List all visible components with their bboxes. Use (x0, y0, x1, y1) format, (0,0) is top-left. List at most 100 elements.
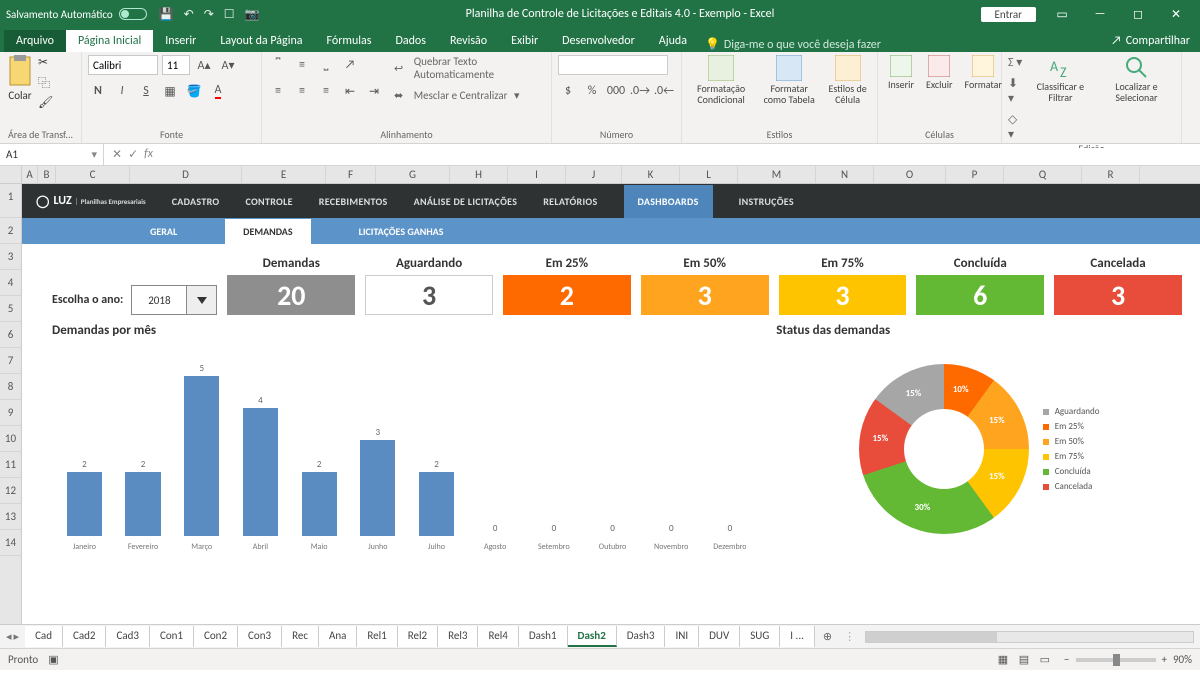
fill-icon[interactable]: ⬇ ▾ (1008, 76, 1023, 106)
format-cells-button[interactable]: Formatar (961, 55, 1006, 90)
tab-inserir[interactable]: Inserir (153, 30, 208, 52)
year-picker[interactable]: 2018 (131, 285, 217, 315)
zoom-level[interactable]: 90% (1173, 653, 1192, 666)
row-header[interactable]: 8 (0, 374, 21, 400)
cancel-formula-icon[interactable]: ✕ (112, 147, 122, 162)
align-right-icon[interactable]: ≡ (316, 81, 336, 101)
sheet-tab-Rec[interactable]: Rec (282, 626, 319, 647)
nav-item-controle[interactable]: CONTROLE (245, 195, 292, 208)
row-header[interactable]: 9 (0, 400, 21, 426)
fx-icon[interactable]: fx (144, 147, 153, 162)
tab-scroll-left-icon[interactable]: ◂ (6, 630, 12, 643)
tab-revisao[interactable]: Revisão (438, 30, 499, 52)
formula-input[interactable] (161, 148, 1200, 161)
bold-icon[interactable]: N (88, 81, 108, 101)
shrink-font-icon[interactable]: A▾ (218, 55, 238, 75)
decrease-decimal-icon[interactable]: .0← (654, 81, 674, 101)
grow-font-icon[interactable]: A▴ (194, 55, 214, 75)
column-header[interactable]: F (326, 166, 376, 183)
sheet-tab-Ana[interactable]: Ana (319, 626, 357, 647)
sheet-tab-SUG[interactable]: SUG (740, 626, 780, 647)
format-painter-icon[interactable]: 🖌 (38, 95, 53, 110)
row-header[interactable]: 10 (0, 426, 21, 452)
merge-button[interactable]: ⬌ Mesclar e Centralizar ▾ (394, 89, 545, 102)
row-header[interactable]: 14 (0, 530, 21, 556)
tab-ajuda[interactable]: Ajuda (647, 30, 699, 52)
sheet-tab-Con2[interactable]: Con2 (194, 626, 238, 647)
nav-item-recebimentos[interactable]: RECEBIMENTOS (319, 195, 388, 208)
name-box[interactable]: A1▾ (0, 144, 104, 166)
sheet-tab-Dash2[interactable]: Dash2 (568, 626, 617, 647)
autosum-icon[interactable]: Σ ▾ (1008, 55, 1023, 70)
insert-cells-button[interactable]: Inserir (884, 55, 918, 90)
sheet-tab-Rel3[interactable]: Rel3 (438, 626, 478, 647)
column-header[interactable]: L (680, 166, 738, 183)
conditional-format-button[interactable]: Formatação Condicional (688, 55, 754, 105)
normal-view-icon[interactable]: ▦ (994, 651, 1012, 668)
font-name-input[interactable] (88, 55, 158, 75)
outdent-icon[interactable]: ⇤ (340, 81, 360, 101)
signin-button[interactable]: Entrar (981, 7, 1036, 22)
nav-item-relatórios[interactable]: RELATÓRIOS (543, 195, 597, 208)
column-header[interactable]: J (566, 166, 622, 183)
column-header[interactable]: B (38, 166, 56, 183)
touch-icon[interactable]: ☐ (224, 7, 235, 22)
nav-item-instruções[interactable]: INSTRUÇÕES (739, 195, 794, 208)
copy-icon[interactable]: ⿻ (38, 74, 53, 91)
row-header[interactable]: 4 (0, 270, 21, 296)
zoom-slider[interactable] (1076, 658, 1156, 662)
font-color-icon[interactable]: A (208, 81, 228, 101)
cut-icon[interactable]: ✂ (38, 55, 53, 70)
italic-icon[interactable]: I (112, 81, 132, 101)
nav-item-dashboards[interactable]: DASHBOARDS (624, 185, 713, 218)
close-icon[interactable]: ✕ (1158, 3, 1194, 25)
underline-icon[interactable]: S (136, 81, 156, 101)
sheet-tab-Cad3[interactable]: Cad3 (106, 626, 150, 647)
tab-dados[interactable]: Dados (383, 30, 437, 52)
sheet-tab-INI[interactable]: INI (665, 626, 699, 647)
column-header[interactable]: I (508, 166, 566, 183)
sheet-tab-Cad[interactable]: Cad (25, 626, 63, 647)
column-header[interactable]: C (56, 166, 130, 183)
sheet-tab-Rel1[interactable]: Rel1 (357, 626, 397, 647)
number-format-select[interactable] (558, 55, 668, 75)
sheet-tab-Dash3[interactable]: Dash3 (617, 626, 666, 647)
tab-exibir[interactable]: Exibir (499, 30, 550, 52)
share-button[interactable]: ↗ Compartilhar (1101, 30, 1200, 52)
font-size-input[interactable] (162, 55, 190, 75)
maximize-icon[interactable]: ◻ (1120, 3, 1156, 25)
select-all-corner[interactable] (0, 166, 22, 184)
sort-filter-button[interactable]: AZClassificar e Filtrar (1027, 55, 1094, 103)
row-header[interactable]: 1 (0, 184, 21, 218)
tab-layout[interactable]: Layout da Página (208, 30, 314, 52)
find-select-button[interactable]: Localizar e Selecionar (1098, 55, 1175, 103)
borders-icon[interactable]: ▦ (160, 81, 180, 101)
align-middle-icon[interactable]: ≡ (292, 55, 312, 75)
undo-icon[interactable]: ↶ (184, 7, 194, 22)
comma-icon[interactable]: 000 (606, 81, 626, 101)
column-header[interactable]: M (738, 166, 816, 183)
autosave-toggle[interactable]: Salvamento Automático (6, 8, 147, 21)
nav-item-análise de licitações[interactable]: ANÁLISE DE LICITAÇÕES (414, 195, 518, 208)
sheet-tab-Rel2[interactable]: Rel2 (398, 626, 438, 647)
percent-icon[interactable]: % (582, 81, 602, 101)
tab-formulas[interactable]: Fórmulas (315, 30, 384, 52)
minimize-icon[interactable]: — (1082, 3, 1118, 25)
cell-styles-button[interactable]: Estilos de Célula (824, 55, 871, 105)
redo-icon[interactable]: ↷ (204, 7, 214, 22)
nav-item-cadastro[interactable]: CADASTRO (172, 195, 220, 208)
row-header[interactable]: 7 (0, 348, 21, 374)
camera-icon[interactable]: 📷 (245, 7, 260, 22)
align-top-icon[interactable]: ⎴ (268, 55, 288, 75)
tab-arquivo[interactable]: Arquivo (4, 30, 66, 52)
column-headers[interactable]: ABCDEFGHIJKLMNOPQR (22, 166, 1200, 184)
horizontal-scrollbar[interactable] (865, 631, 1194, 643)
sheet-tab-DUV[interactable]: DUV (699, 626, 740, 647)
column-header[interactable]: A (22, 166, 38, 183)
accept-formula-icon[interactable]: ✓ (128, 147, 138, 162)
row-header[interactable]: 6 (0, 322, 21, 348)
row-headers[interactable]: 1234567891011121314 (0, 184, 22, 624)
subnav-item-0[interactable]: GERAL (132, 219, 195, 244)
column-header[interactable]: O (874, 166, 946, 183)
align-center-icon[interactable]: ≡ (292, 81, 312, 101)
